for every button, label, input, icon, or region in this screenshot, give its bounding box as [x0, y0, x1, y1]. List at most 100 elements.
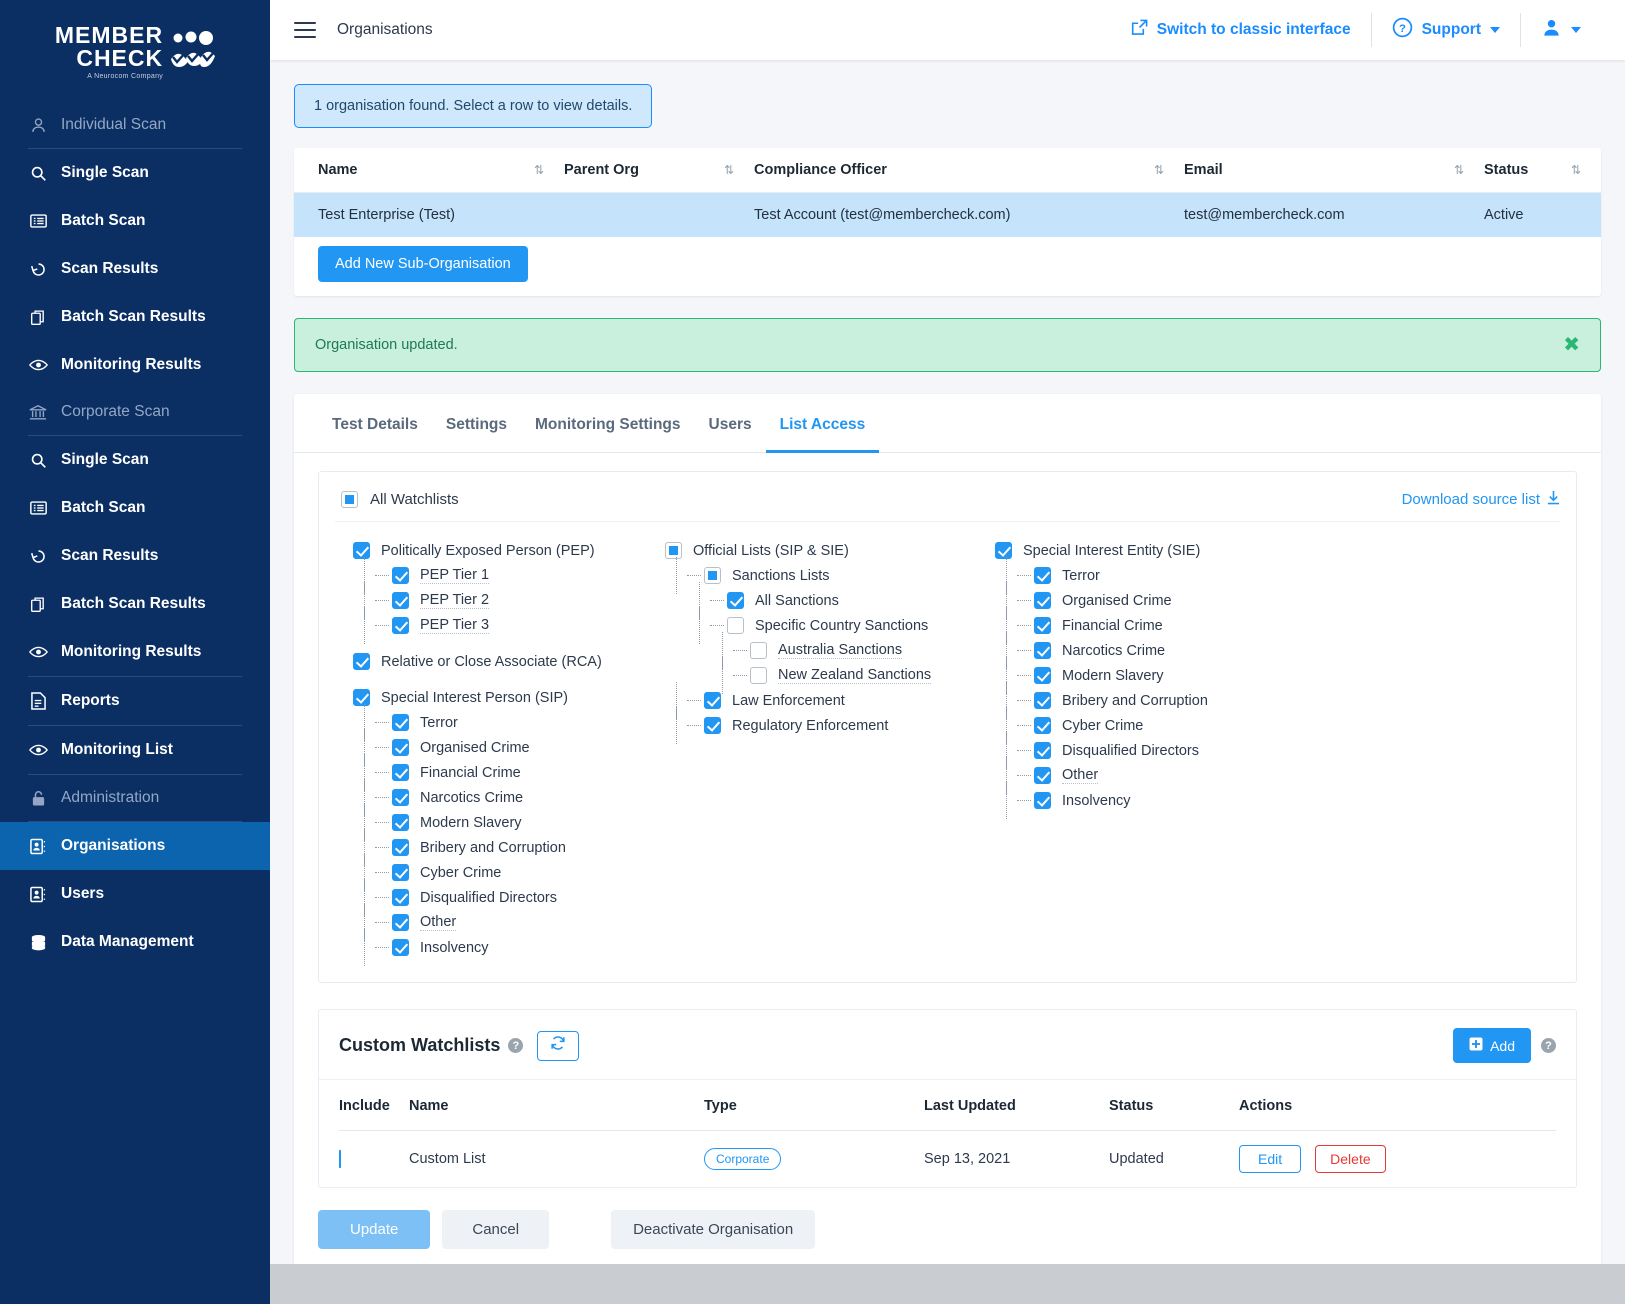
sort-icon-email[interactable]: ⇅	[1454, 163, 1484, 177]
checkbox[interactable]	[1034, 717, 1051, 734]
checkbox[interactable]	[727, 592, 744, 609]
sidebar-item-monitoring-results-corporate[interactable]: Monitoring Results	[0, 628, 270, 676]
checkbox[interactable]	[1034, 567, 1051, 584]
checkbox[interactable]	[665, 542, 682, 559]
tab-settings[interactable]: Settings	[432, 394, 521, 453]
include-checkbox[interactable]	[339, 1150, 341, 1168]
checkbox[interactable]	[704, 692, 721, 709]
checkbox[interactable]	[353, 542, 370, 559]
checkbox[interactable]	[750, 642, 767, 659]
tree-connector	[375, 625, 389, 626]
logo: MEMBER CHECK A Neurocom Company	[0, 8, 270, 102]
checkbox[interactable]	[353, 689, 370, 706]
sidebar-item-scan-results-individual[interactable]: Scan Results	[0, 245, 270, 293]
node-label: Narcotics Crime	[420, 790, 523, 806]
checkbox[interactable]	[392, 617, 409, 634]
tab-test-details[interactable]: Test Details	[318, 394, 432, 453]
tree-connector	[375, 722, 389, 723]
close-icon[interactable]: ✖	[1563, 335, 1580, 355]
cancel-button[interactable]: Cancel	[442, 1210, 549, 1249]
checkbox[interactable]	[392, 739, 409, 756]
app-root: MEMBER CHECK A Neurocom Company	[0, 0, 1625, 1304]
delete-button[interactable]: Delete	[1315, 1145, 1385, 1173]
checkbox[interactable]	[1034, 692, 1051, 709]
checkbox[interactable]	[392, 914, 409, 931]
checkbox[interactable]	[1034, 617, 1051, 634]
sidebar-item-reports[interactable]: Reports	[0, 677, 270, 725]
checkbox[interactable]	[392, 567, 409, 584]
logo-tagline: A Neurocom Company	[55, 73, 163, 80]
checkbox[interactable]	[392, 592, 409, 609]
checkbox[interactable]	[750, 667, 767, 684]
checkbox[interactable]	[1034, 767, 1051, 784]
checkbox[interactable]	[392, 714, 409, 731]
support-menu[interactable]: ? Support	[1372, 17, 1520, 43]
node-label: PEP Tier 2	[420, 592, 489, 609]
checkbox[interactable]	[1034, 592, 1051, 609]
checkbox[interactable]	[392, 839, 409, 856]
checkbox[interactable]	[392, 939, 409, 956]
tree-connector	[733, 675, 747, 676]
checkbox[interactable]	[392, 789, 409, 806]
checkbox[interactable]	[392, 764, 409, 781]
checkbox[interactable]	[392, 889, 409, 906]
checkbox[interactable]	[1034, 667, 1051, 684]
tree-connector	[375, 575, 389, 576]
sidebar-item-batch-scan-corporate[interactable]: Batch Scan	[0, 484, 270, 532]
checkbox[interactable]	[353, 653, 370, 670]
sidebar-item-organisations[interactable]: Organisations	[0, 822, 270, 870]
tab-users[interactable]: Users	[695, 394, 766, 453]
all-watchlists-checkbox[interactable]	[341, 491, 358, 508]
tree-connector	[375, 947, 389, 948]
checkbox[interactable]	[995, 542, 1012, 559]
download-source-list-link[interactable]: Download source list	[1402, 490, 1560, 509]
sidebar-item-batch-scan-results-corporate[interactable]: Batch Scan Results	[0, 580, 270, 628]
refresh-button[interactable]	[537, 1031, 579, 1061]
sidebar-item-label: Batch Scan Results	[61, 595, 206, 613]
tree-connector	[1017, 600, 1031, 601]
sort-icon-name[interactable]: ⇅	[534, 163, 564, 177]
sidebar-item-data-management[interactable]: Data Management	[0, 918, 270, 966]
add-custom-watchlist-button[interactable]: Add	[1453, 1028, 1531, 1063]
col-header-compliance-officer: Compliance Officer	[754, 162, 1154, 178]
checkbox[interactable]	[392, 814, 409, 831]
sidebar-item-users[interactable]: Users	[0, 870, 270, 918]
sidebar-item-batch-scan-results-individual[interactable]: Batch Scan Results	[0, 293, 270, 341]
tab-list-access[interactable]: List Access	[766, 394, 880, 453]
organisation-detail-panel: Test Details Settings Monitoring Setting…	[294, 394, 1601, 1264]
checkbox[interactable]	[704, 567, 721, 584]
help-icon-add[interactable]: ?	[1541, 1038, 1556, 1053]
sidebar-item-single-scan-corporate[interactable]: Single Scan	[0, 436, 270, 484]
sidebar-item-monitoring-list[interactable]: Monitoring List	[0, 726, 270, 774]
cell-status: Updated	[1109, 1151, 1239, 1167]
checkbox[interactable]	[727, 617, 744, 634]
checkbox[interactable]	[1034, 742, 1051, 759]
sidebar-item-batch-scan-individual[interactable]: Batch Scan	[0, 197, 270, 245]
deactivate-organisation-button[interactable]: Deactivate Organisation	[611, 1210, 815, 1249]
edit-button[interactable]: Edit	[1239, 1145, 1301, 1173]
table-row[interactable]: Test Enterprise (Test) Test Account (tes…	[294, 193, 1601, 237]
sort-icon-status[interactable]: ⇅	[1571, 163, 1601, 177]
checkbox[interactable]	[1034, 792, 1051, 809]
tab-monitoring-settings[interactable]: Monitoring Settings	[521, 394, 695, 453]
watchlist-node-sanctions-lists: Sanctions Lists	[687, 563, 995, 588]
checkbox[interactable]	[1034, 642, 1051, 659]
checkbox[interactable]	[392, 864, 409, 881]
sort-icon-parent-org[interactable]: ⇅	[724, 163, 754, 177]
sort-icon-compliance-officer[interactable]: ⇅	[1154, 163, 1184, 177]
user-account-menu[interactable]	[1521, 17, 1601, 43]
sidebar-item-label: Organisations	[61, 837, 165, 855]
hamburger-menu-icon[interactable]	[294, 22, 316, 38]
checkbox[interactable]	[704, 717, 721, 734]
sidebar-item-monitoring-results-individual[interactable]: Monitoring Results	[0, 341, 270, 389]
sidebar-item-scan-results-corporate[interactable]: Scan Results	[0, 532, 270, 580]
sidebar-item-single-scan-individual[interactable]: Single Scan	[0, 149, 270, 197]
help-icon[interactable]: ?	[508, 1038, 523, 1053]
switch-classic-interface-link[interactable]: Switch to classic interface	[1111, 19, 1371, 41]
form-actions: Update Cancel Deactivate Organisation	[294, 1188, 1601, 1253]
tree-expander-icon[interactable]	[710, 625, 724, 626]
add-new-sub-organisation-button[interactable]: Add New Sub-Organisation	[318, 246, 528, 282]
tree-expander-icon[interactable]	[687, 575, 701, 576]
update-button[interactable]: Update	[318, 1210, 430, 1249]
success-alert: Organisation updated. ✖	[294, 318, 1601, 372]
